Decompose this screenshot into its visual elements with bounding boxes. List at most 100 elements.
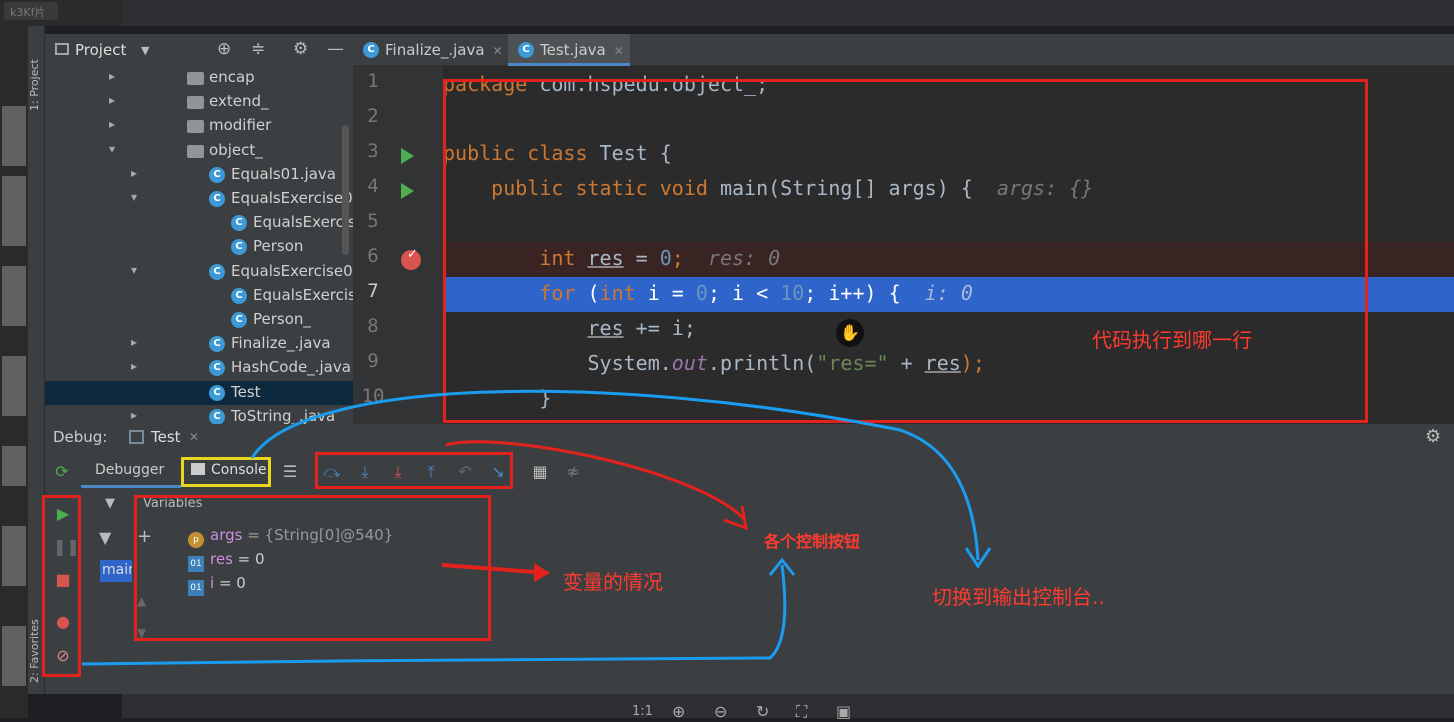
- line-number: 2: [367, 105, 379, 127]
- annotation-console: 切换到输出控制台..: [932, 585, 1105, 609]
- project-tool-button[interactable]: 1: Project: [28, 40, 45, 130]
- class-icon: C: [209, 166, 225, 183]
- locate-icon[interactable]: ⊕: [217, 39, 231, 59]
- chevron-right-icon[interactable]: ▸: [109, 117, 115, 131]
- frame-main[interactable]: main: [100, 560, 132, 582]
- debug-label: Debug:: [53, 428, 108, 446]
- line-number: 1: [367, 70, 379, 92]
- tree-item-label: Person_: [253, 310, 311, 328]
- tab-finalize[interactable]: C Finalize_.java ✕: [353, 34, 503, 66]
- chevron-down-icon[interactable]: ▾: [131, 263, 137, 277]
- session-tab[interactable]: Test: [151, 428, 181, 446]
- tree-item[interactable]: ▸ C Finalize_.java: [45, 332, 353, 356]
- tree-item[interactable]: ▸ encap: [45, 66, 353, 90]
- class-icon: C: [209, 263, 225, 280]
- trace-icon[interactable]: ≉: [564, 462, 582, 481]
- player-bar: 1:1 ⊕ ⊖ ↻ ⛶ ▣: [122, 694, 1454, 721]
- tree-item-label: HashCode_.java: [231, 358, 351, 377]
- thumbnail: [2, 446, 26, 486]
- close-icon[interactable]: ✕: [189, 430, 199, 444]
- line-number: 10: [361, 385, 385, 407]
- debug-title-bar: Debug: Test ✕ ⚙: [45, 424, 1454, 452]
- chevron-right-icon[interactable]: ▸: [131, 335, 137, 349]
- tree-item-label: Finalize_.java: [231, 334, 331, 353]
- crop-icon[interactable]: ⛶: [796, 702, 807, 722]
- folder-icon: [187, 72, 204, 85]
- save-icon[interactable]: ▣: [836, 702, 851, 721]
- thumbnail: [2, 176, 26, 246]
- line-number: 5: [367, 210, 379, 232]
- editor-tabs: C Finalize_.java ✕ C Test.java ✕: [353, 34, 1454, 66]
- tree-item-label: Test: [231, 382, 261, 401]
- tree-item[interactable]: ▾ object_: [45, 139, 353, 163]
- chevron-down-icon[interactable]: ▾: [131, 190, 137, 204]
- zoom-in-icon[interactable]: ⊕: [672, 702, 685, 721]
- class-icon: C: [209, 336, 225, 353]
- chevron-down-icon[interactable]: ▾: [109, 142, 115, 156]
- tab-debugger[interactable]: Debugger: [95, 462, 164, 478]
- tree-item[interactable]: C Person: [45, 235, 353, 259]
- rotate-icon[interactable]: ↻: [756, 702, 769, 721]
- tree-item[interactable]: ▸ C HashCode_.java: [45, 356, 353, 380]
- action-bar-highlight-box: [42, 495, 81, 677]
- class-icon: C: [231, 239, 247, 256]
- annotation-variables: 变量的情况: [563, 570, 663, 594]
- rerun-icon[interactable]: ⟳: [53, 462, 71, 481]
- class-icon: C: [209, 408, 225, 424]
- line-number: 6: [367, 245, 379, 267]
- project-title[interactable]: Project: [75, 41, 126, 59]
- thumbnail: [2, 626, 26, 686]
- close-icon[interactable]: ✕: [493, 44, 503, 58]
- run-icon[interactable]: [401, 148, 414, 164]
- project-panel: Project ▼ ⊕ ≑ ⚙ — ▸ encap ▸ extend_ ▸ modifie…: [45, 34, 353, 424]
- tree-item[interactable]: ▾ C EqualsExercise01.java: [45, 187, 353, 211]
- tree-item[interactable]: ▸ C Equals01.java: [45, 163, 353, 187]
- chevron-right-icon[interactable]: ▸: [131, 408, 137, 422]
- breakpoint-icon[interactable]: [401, 247, 421, 270]
- class-icon: C: [209, 360, 225, 377]
- tab-label: Test.java: [540, 41, 606, 59]
- project-scrollbar[interactable]: [342, 125, 349, 255]
- gear-icon[interactable]: ⚙: [293, 39, 308, 59]
- close-icon[interactable]: ✕: [614, 44, 624, 58]
- thumbnail: [2, 526, 26, 586]
- collapse-all-icon[interactable]: ≑: [251, 39, 265, 59]
- tree-item[interactable]: C Test: [45, 380, 353, 405]
- chevron-down-icon[interactable]: ▼: [141, 44, 149, 57]
- chevron-right-icon[interactable]: ▸: [109, 93, 115, 107]
- filter-icon[interactable]: ▼: [99, 528, 111, 547]
- chevron-right-icon[interactable]: ▸: [109, 69, 115, 83]
- tree-item-label: EqualsExercise01.java: [231, 189, 353, 207]
- run-icon[interactable]: [401, 183, 414, 199]
- zoom-out-icon[interactable]: ⊖: [714, 702, 727, 721]
- line-number: 9: [367, 350, 379, 372]
- chevron-down-icon[interactable]: ▼: [105, 496, 115, 511]
- tree-item[interactable]: ▸ modifier: [45, 114, 353, 138]
- tree-item[interactable]: ▸ C ToString_.java: [45, 405, 353, 424]
- evaluate-icon[interactable]: ▦: [531, 462, 549, 481]
- tree-item[interactable]: C EqualsExercise02: [45, 284, 353, 308]
- control-buttons-highlight-box: [315, 452, 513, 489]
- annotation-buttons: 各个控制按钮: [764, 532, 861, 551]
- annotation-code-line: 代码执行到哪一行: [1092, 328, 1252, 352]
- minimize-icon[interactable]: —: [327, 39, 344, 59]
- class-icon: C: [209, 191, 225, 207]
- gear-icon[interactable]: ⚙: [1425, 426, 1441, 447]
- code-area-highlight-box: [443, 79, 1368, 423]
- tree-item[interactable]: C EqualsExercise01: [45, 211, 353, 235]
- zoom-level[interactable]: 1:1: [632, 704, 653, 719]
- tree-item-label: EqualsExercise01: [253, 213, 353, 232]
- tree-item[interactable]: ▾ C EqualsExercise02.java: [45, 260, 353, 284]
- tab-test[interactable]: C Test.java ✕: [508, 34, 630, 66]
- folder-icon: [187, 96, 204, 110]
- tree-item-label: Person: [253, 237, 304, 256]
- tree-item[interactable]: ▸ extend_: [45, 90, 353, 114]
- tree-item[interactable]: C Person_: [45, 308, 353, 332]
- chevron-right-icon[interactable]: ▸: [131, 359, 137, 373]
- debugger-tab-underline: [81, 485, 181, 488]
- folder-icon: [187, 120, 204, 134]
- class-icon: C: [231, 215, 247, 232]
- chevron-right-icon[interactable]: ▸: [131, 166, 137, 180]
- top-tag: k3Kf片: [4, 2, 58, 20]
- menu-icon[interactable]: ☰: [281, 462, 299, 481]
